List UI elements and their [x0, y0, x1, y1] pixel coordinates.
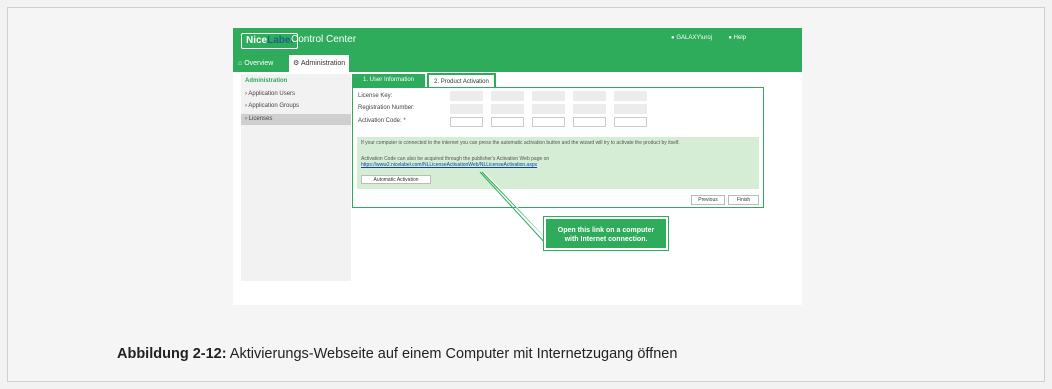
callout-pointer	[479, 171, 551, 245]
figure-caption: Abbildung 2-12: Aktivierungs-Webseite au…	[117, 346, 677, 362]
callout-line-1: Open this link on a computer	[557, 227, 655, 234]
caption-text: Aktivierungs-Webseite auf einem Computer…	[226, 346, 678, 362]
caption-label: Abbildung 2-12:	[117, 346, 227, 362]
callout-line-2: with Internet connection.	[564, 236, 648, 243]
callout-box: Open this link on a computer with Intern…	[544, 217, 668, 250]
